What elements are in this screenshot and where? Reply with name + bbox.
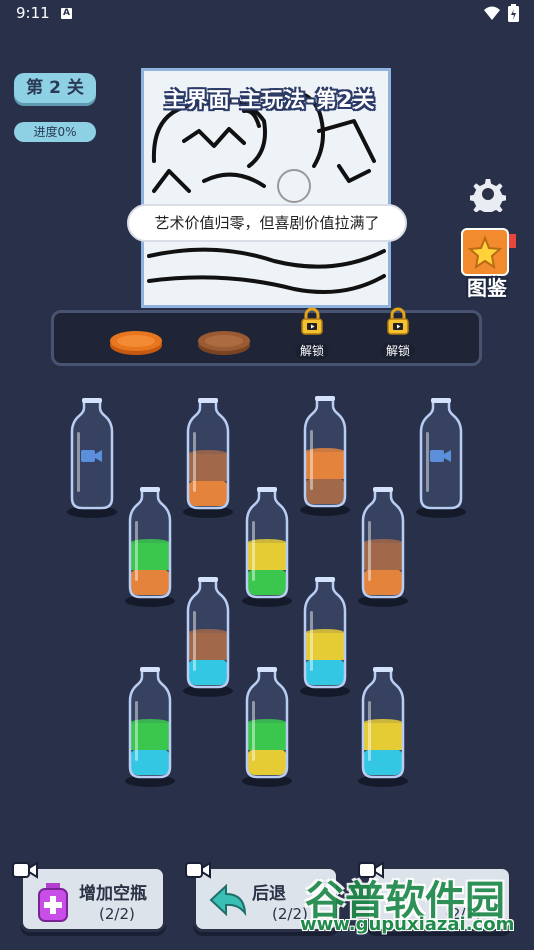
bottle-shine [252,701,255,761]
bottle-shine [310,430,313,490]
unlock-label: 解锁 [294,343,329,359]
bottle-lip [315,577,335,582]
bottle[interactable] [358,487,408,607]
undo-label: 后退 [252,884,286,904]
star-icon [467,235,503,270]
add-bottle-count: (2/2) [99,905,135,923]
bottle-lip [257,667,277,672]
bottle-lip [257,487,277,492]
level-title: 主界面-主玩法-第2关 [164,88,376,112]
brown-plate[interactable] [196,328,252,356]
bottle-lip [198,398,218,403]
bottle[interactable] [242,487,292,607]
bottle-shine [252,521,255,581]
bottle[interactable] [242,667,292,787]
bottle-lip [140,667,160,672]
add-bottle-icon [38,883,68,922]
gear-icon[interactable] [470,176,506,212]
speech-bubble: 艺术价值归零，但喜剧价值拉满了 [127,204,407,242]
bottle-shine [135,701,138,761]
status-bar: 9:11 A [0,0,534,28]
progress-badge: 进度0% [14,122,96,142]
bottle[interactable] [358,667,408,787]
bottle-shine [368,521,371,581]
add-bottle-label: 增加空瓶 [79,884,147,904]
bottle-shine [310,611,313,671]
level-badge: 第 2 关 [14,73,96,103]
bottle-lip [431,398,451,403]
bottle-shine [426,432,429,492]
bottle[interactable] [125,667,175,787]
wifi-icon [484,6,500,20]
status-time: 9:11 [16,4,50,22]
video-icon [185,861,211,879]
collection-label: 图鉴 [467,276,507,300]
locked-slot[interactable]: 解锁 [290,306,334,359]
bottle-lip [198,577,218,582]
add-bottle-button[interactable]: 增加空瓶 (2/2) [20,866,166,932]
bottle[interactable] [300,577,350,697]
bottle-lip [373,487,393,492]
bottle[interactable] [300,396,350,516]
bottle-shine [193,611,196,671]
lock-icon [387,307,409,335]
bottle-lip [373,667,393,672]
bottle-shine [135,521,138,581]
locked-slot[interactable]: 解锁 [376,306,420,359]
video-icon [12,861,38,879]
bottle-lip [82,398,102,403]
bottle[interactable] [183,577,233,697]
bottle-shine [368,701,371,761]
watermark-url: www.gupuxiazai.com [300,914,515,935]
bottle-lip [315,396,335,401]
undo-arrow-icon [209,883,247,917]
bottle-shine [193,432,196,492]
bottle[interactable] [183,398,233,518]
unlock-label: 解锁 [380,343,415,359]
battery-icon [508,4,519,22]
bottle[interactable] [416,398,466,518]
lock-icon [301,307,323,335]
bottle-shine [77,432,80,492]
bottle[interactable] [67,398,117,518]
bottle[interactable] [125,487,175,607]
orange-plate[interactable] [108,328,164,356]
collection-button[interactable] [461,228,509,276]
bottle-lip [140,487,160,492]
notification-icon: A [61,8,72,19]
